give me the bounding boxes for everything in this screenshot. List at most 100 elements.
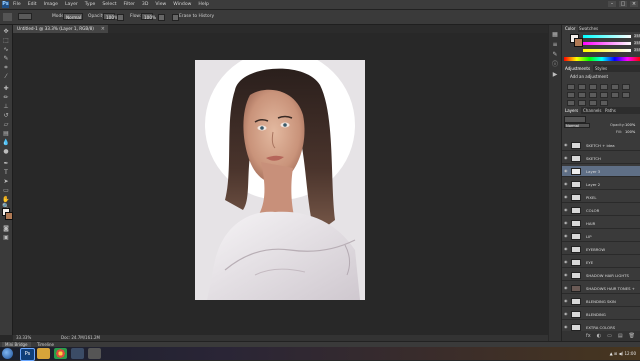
layer-row[interactable]: ◉ LIP <box>562 231 640 242</box>
mode-select[interactable]: Normal <box>63 13 83 20</box>
hand-tool-icon[interactable]: ✋ <box>2 196 10 203</box>
taskbar-folder-icon[interactable] <box>37 348 50 359</box>
close-button[interactable]: × <box>630 1 638 7</box>
layer-row[interactable]: ◉ EYEBROW <box>562 244 640 255</box>
green-slider[interactable] <box>583 42 631 45</box>
menu-3d[interactable]: 3D <box>142 0 148 9</box>
close-tab-icon[interactable]: × <box>101 25 105 33</box>
layer-row[interactable]: ◉ SKETCH + idea <box>562 140 640 151</box>
background-color-swatch[interactable] <box>5 212 13 220</box>
tab-swatches[interactable]: Swatches <box>576 25 601 32</box>
visibility-icon[interactable]: ◉ <box>564 325 569 329</box>
posterize-icon[interactable] <box>567 100 575 106</box>
airbrush-toggle[interactable] <box>158 14 165 21</box>
eraser-tool-icon[interactable]: ▱ <box>2 121 10 128</box>
channel-mixer-icon[interactable] <box>600 92 608 98</box>
hue-saturation-icon[interactable] <box>622 84 630 90</box>
layer-row[interactable]: ◉ SHADOW HAIR LIGHTS <box>562 270 640 281</box>
visibility-icon[interactable]: ◉ <box>564 208 569 212</box>
visibility-icon[interactable]: ◉ <box>564 260 569 264</box>
visibility-icon[interactable]: ◉ <box>564 182 569 186</box>
document-tab[interactable]: Untitled-1 @ 33.3% (Layer 1, RGB/8) × <box>13 25 108 33</box>
menu-image[interactable]: Image <box>44 0 58 9</box>
layer-row[interactable]: ◉ COLOR <box>562 205 640 216</box>
opacity-field[interactable]: 100% <box>103 13 118 20</box>
pen-tool-icon[interactable]: ✒ <box>2 160 10 167</box>
visibility-icon[interactable]: ◉ <box>564 247 569 251</box>
taskbar-photoshop-icon[interactable]: Ps <box>20 348 35 361</box>
black-white-icon[interactable] <box>578 92 586 98</box>
layer-row[interactable]: ◉ BLENDING <box>562 309 640 320</box>
quick-select-tool-icon[interactable]: ✎ <box>2 55 10 62</box>
marquee-tool-icon[interactable]: ⬚ <box>2 37 10 44</box>
blur-tool-icon[interactable]: 💧 <box>2 139 10 146</box>
tab-adjustments[interactable]: Adjustments <box>562 65 594 72</box>
quick-mask-icon[interactable]: ◙ <box>2 225 10 232</box>
menu-help[interactable]: Help <box>198 0 208 9</box>
maximize-button[interactable]: □ <box>619 1 627 7</box>
menu-file[interactable]: File <box>13 0 21 9</box>
properties-panel-icon[interactable]: ≡ <box>551 41 559 48</box>
eyedropper-tool-icon[interactable]: ⁄ <box>2 73 10 80</box>
history-panel-icon[interactable]: ▦ <box>551 31 559 38</box>
layer-filter-select[interactable] <box>564 116 586 123</box>
path-selection-tool-icon[interactable]: ➤ <box>2 178 10 185</box>
clone-stamp-tool-icon[interactable]: ⊥ <box>2 103 10 110</box>
tab-channels[interactable]: Channels <box>580 107 605 114</box>
layer-row[interactable]: ◉ SKETCH <box>562 153 640 164</box>
minimize-button[interactable]: – <box>608 1 616 7</box>
menu-edit[interactable]: Edit <box>28 0 37 9</box>
brush-tool-icon[interactable]: ✏ <box>2 94 10 101</box>
gradient-tool-icon[interactable]: ▤ <box>2 130 10 137</box>
visibility-icon[interactable]: ◉ <box>564 286 569 290</box>
adjustment-layer-icon[interactable]: ◐ <box>597 331 601 341</box>
move-tool-icon[interactable]: ✥ <box>2 28 10 35</box>
layers-opacity-value[interactable]: 100% <box>625 123 635 128</box>
taskbar-app-icon[interactable] <box>71 348 84 359</box>
menu-view[interactable]: View <box>155 0 166 9</box>
green-value[interactable]: 255 <box>634 41 640 45</box>
tool-preset-icon[interactable] <box>3 13 12 21</box>
selective-color-icon[interactable] <box>589 100 597 106</box>
blue-value[interactable]: 255 <box>634 48 640 52</box>
tab-styles[interactable]: Styles <box>592 65 610 72</box>
visibility-icon[interactable]: ◉ <box>564 312 569 316</box>
brush-preset-picker[interactable] <box>18 13 32 20</box>
color-lookup-icon[interactable] <box>611 92 619 98</box>
healing-brush-tool-icon[interactable]: ✚ <box>2 85 10 92</box>
layer-row[interactable]: ◉ EYE <box>562 257 640 268</box>
dodge-tool-icon[interactable]: ● <box>2 148 10 155</box>
menu-window[interactable]: Window <box>173 0 191 9</box>
visibility-icon[interactable]: ◉ <box>564 143 569 147</box>
menu-layer[interactable]: Layer <box>65 0 78 9</box>
layer-row[interactable]: ◉ HAIR <box>562 218 640 229</box>
invert-icon[interactable] <box>622 92 630 98</box>
group-icon[interactable]: ▤ <box>618 331 623 341</box>
exposure-icon[interactable] <box>600 84 608 90</box>
red-slider[interactable] <box>583 35 631 38</box>
photo-filter-icon[interactable] <box>589 92 597 98</box>
color-panel-background[interactable] <box>574 38 583 47</box>
pressure-opacity-toggle[interactable] <box>117 14 124 21</box>
system-tray[interactable]: ▲ ⊞ ◀) 12:00 <box>610 347 636 360</box>
taskbar-app2-icon[interactable] <box>88 348 101 359</box>
gradient-map-icon[interactable] <box>600 100 608 106</box>
tab-paths[interactable]: Paths <box>602 107 619 114</box>
color-balance-icon[interactable] <box>567 92 575 98</box>
color-spectrum[interactable] <box>564 57 640 61</box>
shape-tool-icon[interactable]: ▭ <box>2 187 10 194</box>
visibility-icon[interactable]: ◉ <box>564 234 569 238</box>
type-tool-icon[interactable]: T <box>2 169 10 176</box>
vibrance-icon[interactable] <box>611 84 619 90</box>
threshold-icon[interactable] <box>578 100 586 106</box>
layer-row[interactable]: ◉ PIXEL <box>562 192 640 203</box>
blend-mode-select[interactable]: Normal <box>564 123 590 128</box>
visibility-icon[interactable]: ◉ <box>564 221 569 225</box>
layer-row[interactable]: ◉ BLENDING SKIN <box>562 296 640 307</box>
menu-type[interactable]: Type <box>85 0 96 9</box>
visibility-icon[interactable]: ◉ <box>564 195 569 199</box>
blue-slider[interactable] <box>583 49 631 52</box>
red-value[interactable]: 255 <box>634 34 640 38</box>
start-button-icon[interactable] <box>2 348 13 359</box>
visibility-icon[interactable]: ◉ <box>564 169 569 173</box>
